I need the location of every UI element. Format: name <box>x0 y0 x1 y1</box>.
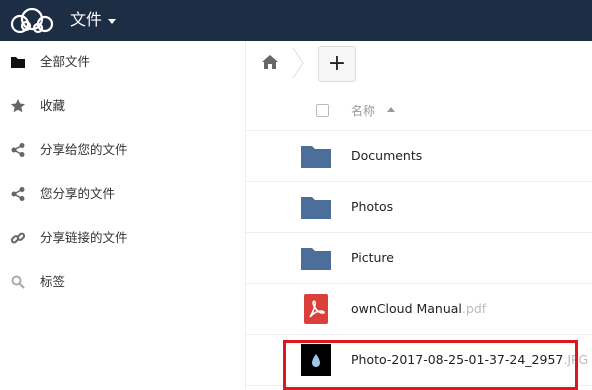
chevron-down-icon <box>108 18 117 24</box>
link-icon <box>10 232 26 244</box>
table-row[interactable]: Photos <box>246 182 592 233</box>
photo-thumbnail <box>301 344 331 376</box>
file-basename: ownCloud Manual <box>351 301 462 316</box>
sidebar-item-shared-with-you[interactable]: 分享给您的文件 <box>0 129 245 173</box>
file-extension: .pdf <box>461 301 487 316</box>
table-row[interactable]: ownCloud Manual.pdf <box>246 284 592 335</box>
file-name[interactable]: ownCloud Manual.pdf <box>351 301 486 317</box>
sort-ascending-icon[interactable] <box>387 107 395 112</box>
breadcrumb-separator <box>292 47 304 79</box>
star-icon <box>11 99 25 113</box>
new-button[interactable]: + <box>318 46 356 82</box>
file-basename: Photo-2017-08-25-01-37-24_2957 <box>351 352 564 367</box>
file-basename: Picture <box>351 250 394 265</box>
folder-icon <box>301 146 331 168</box>
owncloud-logo[interactable] <box>6 6 56 36</box>
breadcrumb: + <box>246 41 592 87</box>
sidebar-item-all-files[interactable]: 全部文件 <box>0 41 245 85</box>
file-basename: Documents <box>351 148 423 163</box>
table-row[interactable]: Photo-2017-08-25-01-37-24_2957.JPG <box>246 335 592 386</box>
share-icon <box>11 187 25 201</box>
sidebar-item-label: 标签 <box>40 274 66 289</box>
sidebar-item-label: 全部文件 <box>40 54 91 69</box>
select-all-checkbox[interactable] <box>316 104 329 117</box>
file-name[interactable]: Picture <box>351 250 394 266</box>
top-bar: 文件 <box>0 0 592 41</box>
app-menu[interactable]: 文件 <box>70 10 117 30</box>
table-header: 名称 <box>246 87 592 131</box>
app-title: 文件 <box>70 10 103 29</box>
folder-icon <box>11 57 25 68</box>
folder-icon <box>301 248 331 270</box>
table-row[interactable]: Documents <box>246 131 592 182</box>
sidebar-item-label: 分享链接的文件 <box>40 230 128 245</box>
file-name[interactable]: Documents <box>351 148 422 164</box>
file-name[interactable]: Photo-2017-08-25-01-37-24_2957.JPG <box>351 352 588 368</box>
file-basename: Photos <box>351 199 394 214</box>
folder-icon <box>301 197 331 219</box>
sidebar-item-label: 分享给您的文件 <box>40 142 128 157</box>
pdf-icon <box>304 294 328 324</box>
sidebar-item-shared-by-you[interactable]: 您分享的文件 <box>0 173 245 217</box>
sidebar: 全部文件 收藏 分享给您的文件 您分享的文件 分享链接的文件 标签 <box>0 41 246 390</box>
file-name[interactable]: Photos <box>351 199 393 215</box>
sidebar-item-favorites[interactable]: 收藏 <box>0 85 245 129</box>
sidebar-item-shared-by-link[interactable]: 分享链接的文件 <box>0 217 245 261</box>
table-row[interactable]: Picture <box>246 233 592 284</box>
name-column-header[interactable]: 名称 <box>351 102 375 119</box>
sidebar-item-label: 您分享的文件 <box>40 186 116 201</box>
home-icon[interactable] <box>262 55 278 69</box>
file-list-panel: + 名称 Documents Photos Picture ownCloud M… <box>246 41 592 390</box>
share-icon <box>11 143 25 157</box>
search-icon <box>11 275 25 289</box>
file-extension: .JPG <box>563 352 589 367</box>
sidebar-item-tags[interactable]: 标签 <box>0 261 245 305</box>
sidebar-item-label: 收藏 <box>40 98 66 113</box>
